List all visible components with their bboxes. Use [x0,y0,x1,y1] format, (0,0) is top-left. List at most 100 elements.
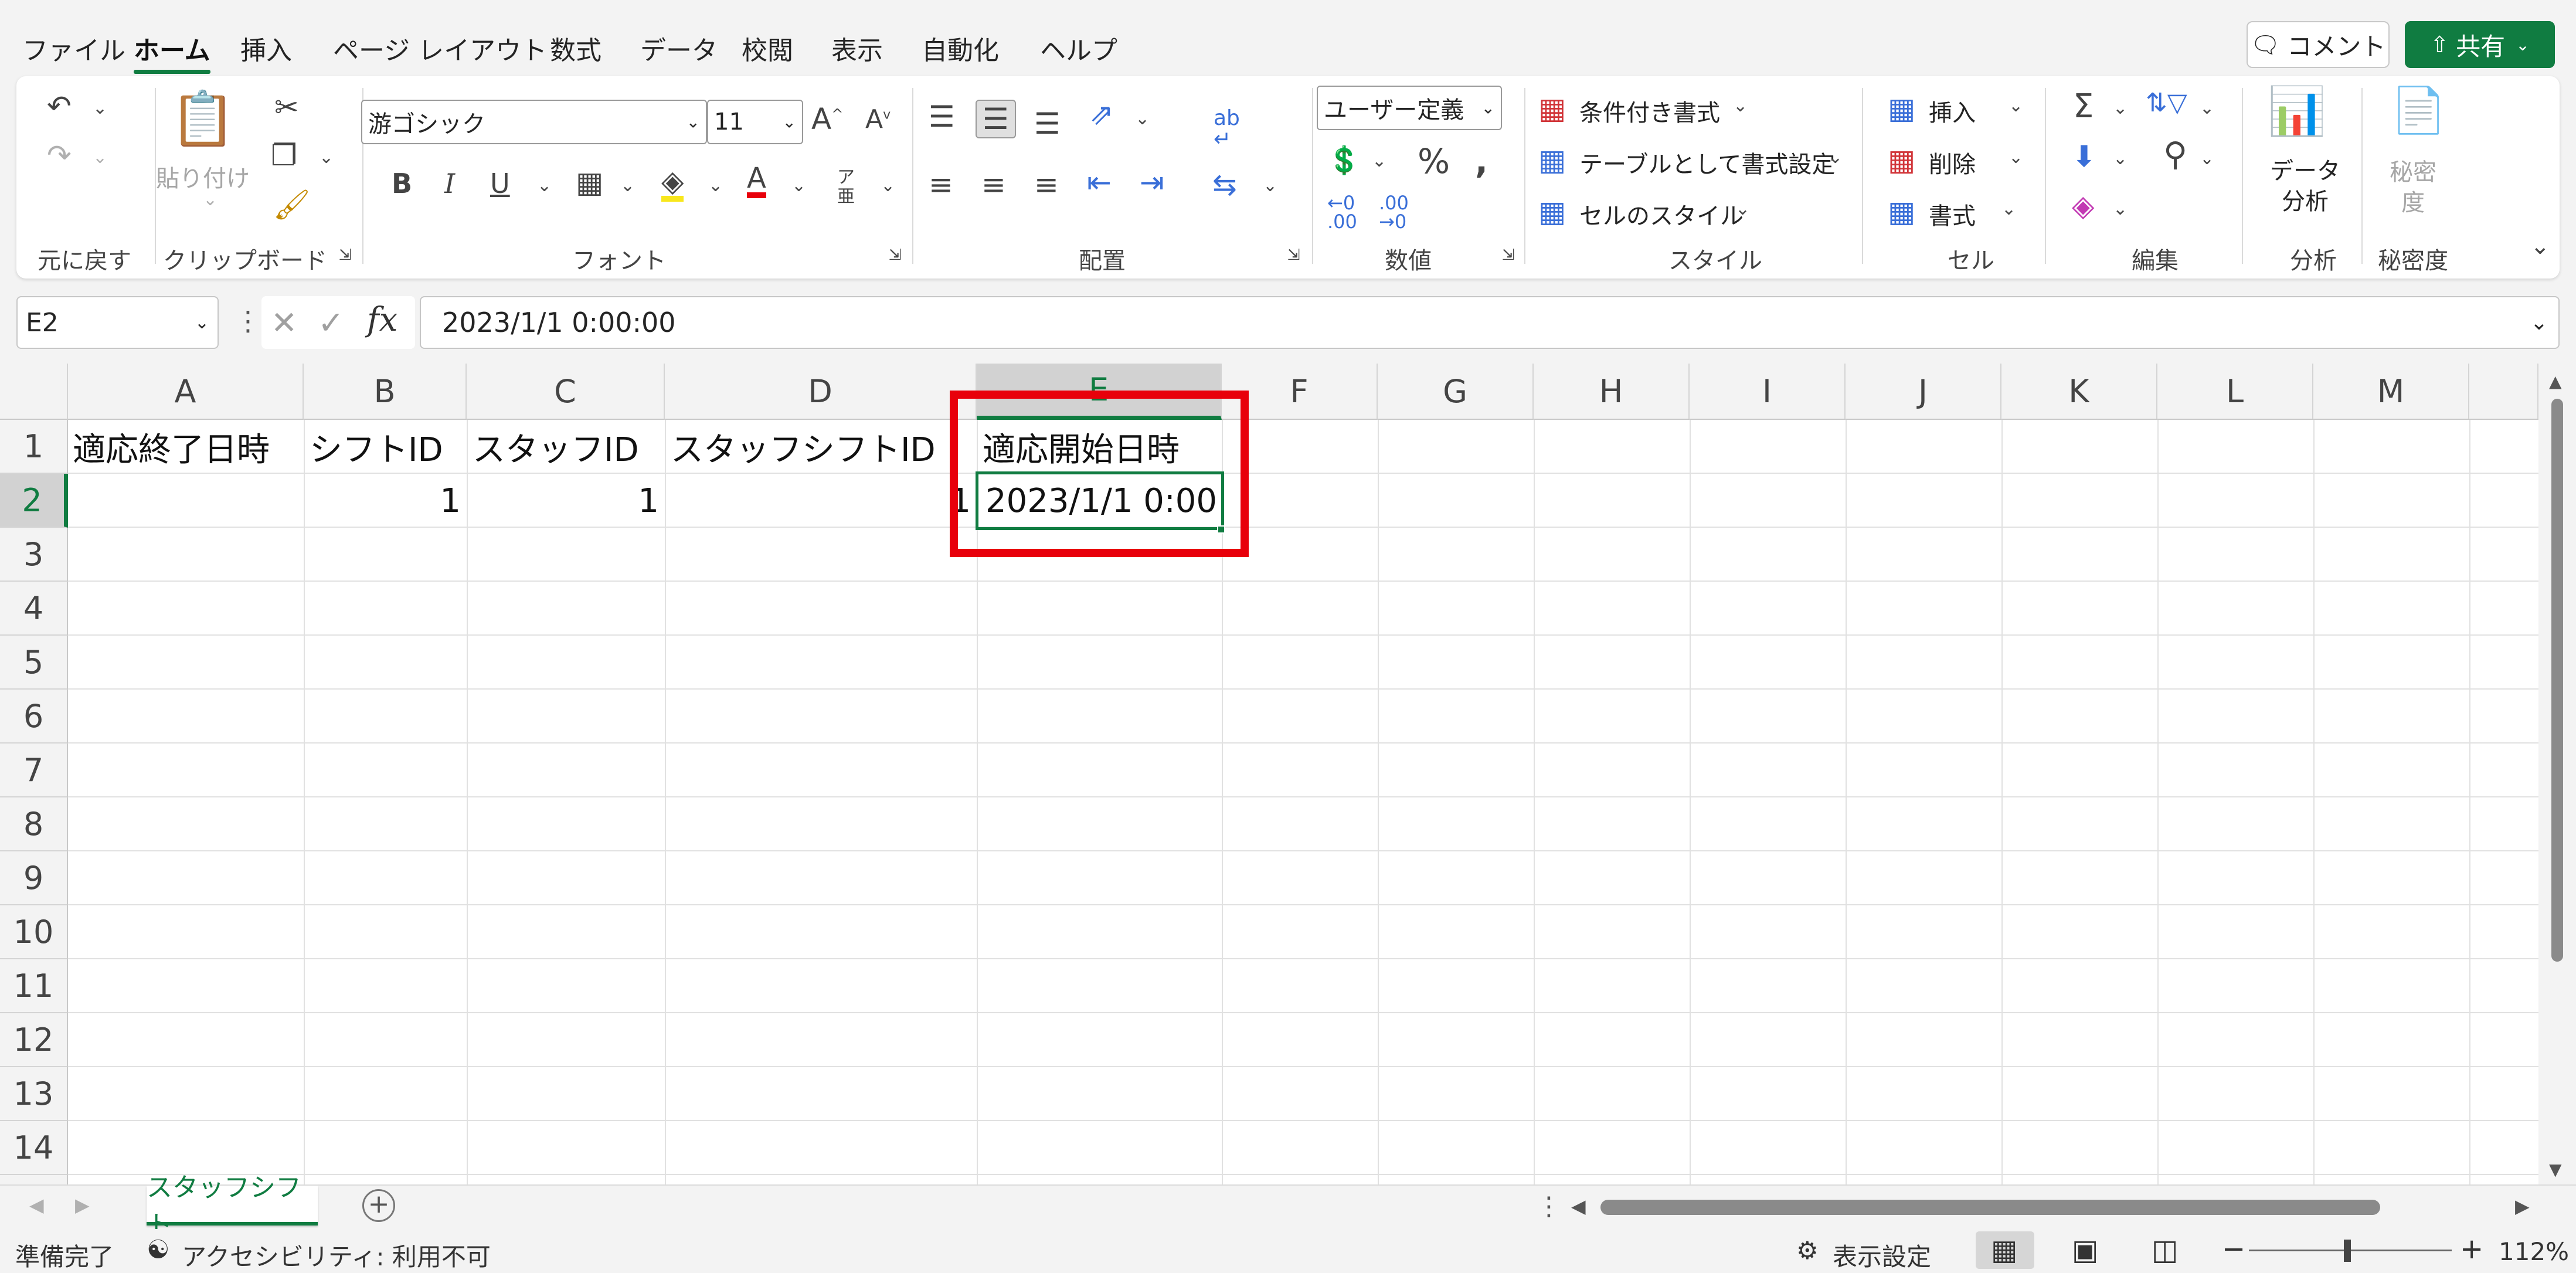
align-middle-icon[interactable]: ☰ [976,100,1016,138]
align-left-icon[interactable]: ≡ [929,170,953,199]
increase-font-icon[interactable]: A^ [811,104,843,134]
previous-sheet-icon[interactable]: ◀ [29,1194,44,1216]
phonetic-dropdown-icon[interactable]: ⌄ [881,177,895,195]
align-bottom-icon[interactable]: ☰ [1034,109,1061,138]
cell-a2[interactable] [68,474,298,528]
column-header-b[interactable]: B [304,364,467,420]
decrease-font-icon[interactable]: Av [865,107,891,133]
row-header-12[interactable]: 12 [0,1013,68,1067]
decrease-indent-icon[interactable]: ⇤ [1087,168,1112,197]
column-header-i[interactable]: I [1690,364,1846,420]
phonetic-icon[interactable]: ア亜 [837,168,855,206]
format-painter-icon[interactable]: 🖌 [273,190,310,219]
row-header-14[interactable]: 14 [0,1121,68,1175]
analyze-data-icon[interactable]: 📊 [2268,88,2326,135]
wrap-text-icon[interactable]: ab ↵ [1214,108,1240,150]
find-select-icon[interactable]: ⚲ [2163,138,2187,171]
undo-icon[interactable]: ↶ [47,91,72,121]
cell-styles-dropdown-icon[interactable]: ⌄ [1735,201,1750,218]
accounting-dropdown-icon[interactable]: ⌄ [1372,152,1386,170]
cell-b2[interactable]: 1 [304,474,461,528]
font-color-dropdown-icon[interactable]: ⌄ [791,177,806,195]
more-options-icon[interactable]: ⋮ [235,305,261,337]
clear-dropdown-icon[interactable]: ⌄ [2113,201,2128,218]
name-box[interactable]: E2 ⌄ [16,296,219,349]
scroll-left-icon[interactable]: ◀ [1571,1195,1586,1217]
page-layout-view-icon[interactable]: ▣ [2072,1234,2098,1267]
tab-insert[interactable]: 挿入 [240,29,292,67]
increase-decimal-icon[interactable]: ←0.00 [1327,194,1357,231]
italic-icon[interactable]: I [444,170,455,197]
dialog-launcher-icon[interactable]: ⇲ [339,247,352,263]
row-header-8[interactable]: 8 [0,797,68,851]
accounting-format-icon[interactable]: 💲 [1327,147,1361,174]
format-dropdown-icon[interactable]: ⌄ [2001,201,2016,218]
column-header-a[interactable]: A [68,364,304,420]
delete-cells-button[interactable]: 削除 [1929,145,1976,179]
insert-dropdown-icon[interactable]: ⌄ [2009,97,2023,115]
format-as-table-button[interactable]: テーブルとして書式設定 [1579,145,1835,179]
analyze-data-button[interactable]: データ 分析 [2270,156,2340,217]
insert-function-icon[interactable]: fx [367,301,397,339]
fill-color-dropdown-icon[interactable]: ⌄ [708,177,723,195]
column-header-d[interactable]: D [665,364,977,420]
number-format-select[interactable]: ユーザー定義 ⌄ [1317,86,1502,130]
column-header-h[interactable]: H [1534,364,1690,420]
cell-d2[interactable]: 1 [665,474,971,528]
clear-icon[interactable]: ◈ [2072,191,2094,220]
tab-splitter-icon[interactable]: ⋮ [1536,1191,1562,1221]
insert-cells-button[interactable]: 挿入 [1929,94,1976,128]
zoom-out-icon[interactable]: − [2222,1233,2245,1265]
fill-dropdown-icon[interactable]: ⌄ [2113,150,2128,168]
orientation-dropdown-icon[interactable]: ⌄ [1135,110,1150,128]
tab-review[interactable]: 校閲 [742,29,793,67]
tab-home[interactable]: ホーム [134,29,210,74]
undo-dropdown-icon[interactable]: ⌄ [93,100,107,117]
underline-icon[interactable]: U [490,170,510,197]
increase-indent-icon[interactable]: ⇥ [1140,168,1164,197]
copy-dropdown-icon[interactable]: ⌄ [319,149,334,167]
display-settings-button[interactable]: 表示設定 [1833,1237,1931,1273]
sort-filter-dropdown-icon[interactable]: ⌄ [2200,100,2214,117]
tab-view[interactable]: 表示 [831,29,883,67]
align-right-icon[interactable]: ≡ [1034,170,1059,199]
row-header-11[interactable]: 11 [0,959,68,1013]
ribbon-collapse-icon[interactable]: ⌄ [2530,235,2550,258]
add-sheet-icon[interactable]: + [362,1189,395,1222]
autosum-icon[interactable]: Σ [2073,90,2094,123]
sheet-tab-staff-shift[interactable]: スタッフシフト [147,1173,318,1240]
column-header-partial[interactable] [2469,364,2538,420]
column-header-l[interactable]: L [2157,364,2313,420]
column-header-c[interactable]: C [467,364,665,420]
vertical-scrollbar[interactable]: ▲ ▼ [2538,364,2576,1184]
page-break-view-icon[interactable]: ◫ [2152,1234,2178,1267]
tab-automate[interactable]: 自動化 [922,29,999,67]
dialog-launcher-icon[interactable]: ⇲ [889,247,902,263]
border-icon[interactable]: ▦ [576,168,603,197]
copy-icon[interactable]: ❐ [271,141,297,170]
zoom-in-icon[interactable]: + [2460,1233,2483,1265]
fill-color-icon[interactable]: ◈ [661,167,684,202]
format-cells-button[interactable]: 書式 [1929,197,1976,231]
row-header-3[interactable]: 3 [0,528,68,582]
orientation-icon[interactable]: ⇗ [1089,100,1114,129]
formula-input[interactable]: 2023/1/1 0:00:00 ⌄ [420,296,2560,349]
horizontal-scroll-thumb[interactable] [1600,1200,2380,1215]
cell-c1[interactable]: スタッフID [473,420,639,474]
scroll-down-icon[interactable]: ▼ [2549,1160,2562,1179]
row-header-13[interactable]: 13 [0,1067,68,1121]
align-center-icon[interactable]: ≡ [981,170,1006,199]
tab-file[interactable]: ファイル [22,29,125,67]
row-header-7[interactable]: 7 [0,744,68,797]
column-header-j[interactable]: J [1846,364,2001,420]
font-size-select[interactable]: 11 ⌄ [707,100,803,144]
normal-view-icon[interactable]: ▦ [1991,1234,2017,1267]
underline-dropdown-icon[interactable]: ⌄ [537,177,552,195]
tab-help[interactable]: ヘルプ [1040,29,1117,67]
merge-center-icon[interactable]: ⇆ [1212,170,1237,199]
row-header-partial[interactable] [0,1175,68,1184]
delete-dropdown-icon[interactable]: ⌄ [2009,149,2023,167]
zoom-slider-thumb[interactable] [2344,1240,2351,1262]
autosum-dropdown-icon[interactable]: ⌄ [2113,100,2128,117]
next-sheet-icon[interactable]: ▶ [75,1194,90,1216]
